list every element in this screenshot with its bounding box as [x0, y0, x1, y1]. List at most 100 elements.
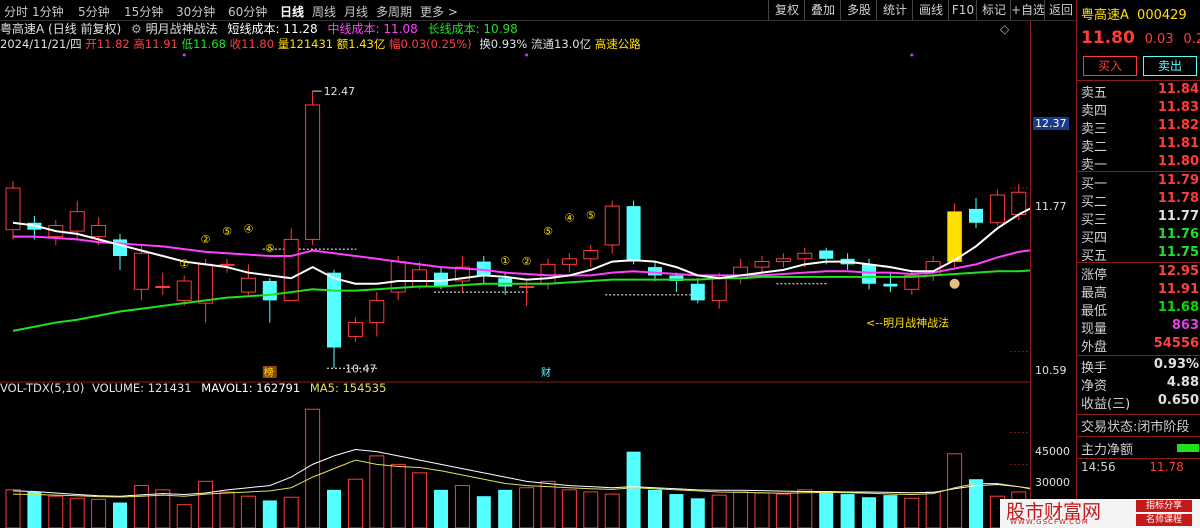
- ask-level-row[interactable]: 卖四 11.83: [1081, 100, 1199, 119]
- volume-bar-up: [219, 491, 235, 528]
- signal-number: ⑤: [586, 209, 596, 222]
- mark-button[interactable]: 标记: [976, 0, 1011, 20]
- volume-bar-up: [947, 453, 963, 528]
- candle-body-down: [969, 208, 983, 223]
- ask-level-row[interactable]: 卖二 11.81: [1081, 136, 1199, 155]
- f10-button[interactable]: F10: [948, 0, 977, 20]
- bid-level-value: 11.75: [1157, 245, 1199, 260]
- tick-time: 14:56: [1081, 460, 1116, 474]
- volume-bar-up: [904, 497, 920, 528]
- candle-body-up: [540, 263, 556, 285]
- signal-number: ②: [201, 233, 211, 246]
- signal-dot: [182, 53, 186, 57]
- ask-level-name: 卖四: [1081, 104, 1108, 119]
- bid-level-name: 买二: [1081, 195, 1108, 210]
- candle-body-up: [561, 258, 577, 265]
- kline-chart[interactable]: ①②⑤ ④⑤① ②⑤④ ⑤ 12.4710.47<--明月战神战法榜财: [0, 20, 1030, 528]
- candle-body-up: [176, 280, 192, 301]
- axis-label-price: 11.77: [1035, 200, 1067, 214]
- ask-level-row[interactable]: 卖三 11.82: [1081, 118, 1199, 137]
- volume-bar-up: [754, 492, 770, 528]
- sell-button[interactable]: 卖出: [1143, 56, 1197, 76]
- volume-bar-down: [883, 495, 898, 528]
- signal-number: ⑤: [222, 225, 232, 238]
- period-tab-multi[interactable]: 多周期: [376, 3, 412, 20]
- adjust-button[interactable]: 复权: [768, 0, 805, 20]
- signal-number: ⑤: [265, 242, 275, 255]
- back-button[interactable]: 返回: [1044, 0, 1077, 20]
- ask-level-value: 11.81: [1157, 136, 1199, 151]
- signal-number: ①: [500, 255, 510, 268]
- volume-bar-up: [733, 491, 749, 528]
- stat-name: 涨停: [1081, 268, 1108, 283]
- tick-price: 11.78: [1149, 460, 1184, 474]
- candle-body-up: [583, 249, 599, 260]
- price-axis: 12.37 11.77 10.59 45000 30000: [1030, 20, 1077, 528]
- bid-level-name: 买四: [1081, 231, 1108, 246]
- volume-bar-down: [434, 489, 448, 528]
- period-tab-daily[interactable]: 日线: [280, 3, 304, 20]
- volume-bar-up: [519, 487, 535, 528]
- volume-bar-up: [369, 455, 385, 528]
- main-flow-label: 主力净额: [1081, 443, 1134, 458]
- candle-body-up: [754, 261, 770, 268]
- stat2-name: 净资: [1081, 379, 1108, 394]
- stat-value: 863: [1171, 318, 1199, 333]
- candle-body-down: [883, 283, 898, 287]
- stat2-row[interactable]: 换手 0.93%: [1081, 357, 1199, 376]
- signal-dot: [525, 53, 529, 57]
- candle-body-down: [862, 264, 876, 284]
- candle-body-down: [690, 283, 705, 301]
- stat-row[interactable]: 外盘 54556: [1081, 336, 1199, 355]
- bid-level-row[interactable]: 买三 11.77: [1081, 209, 1199, 228]
- trade-status-label: 交易状态:: [1081, 420, 1138, 435]
- ma5-value: MA5: 154535: [309, 381, 387, 395]
- stat2-row[interactable]: 收益(三) 0.650: [1081, 393, 1199, 412]
- ask-level-name: 卖二: [1081, 140, 1108, 155]
- ask-level-row[interactable]: 卖五 11.84: [1081, 82, 1199, 101]
- ask-level-value: 11.84: [1157, 82, 1199, 97]
- volume-bar-down: [819, 491, 834, 528]
- stat2-row[interactable]: 净资 4.88: [1081, 375, 1199, 394]
- bid-level-value: 11.77: [1157, 209, 1199, 224]
- period-tab-fenshi[interactable]: 分时: [4, 3, 28, 20]
- add-watchlist-button[interactable]: +自选: [1010, 0, 1045, 20]
- volume-bar-down: [626, 451, 641, 528]
- volume-bar-up: [540, 480, 556, 528]
- stat-value: 12.95: [1157, 264, 1199, 279]
- period-tab-5min[interactable]: 5分钟: [78, 3, 110, 20]
- candle-body-up: [711, 277, 727, 301]
- volume-bar-up: [797, 489, 813, 528]
- bid-level-row[interactable]: 买四 11.76: [1081, 227, 1199, 246]
- period-tab-monthly[interactable]: 月线: [344, 3, 368, 20]
- ask-level-row[interactable]: 卖一 11.80: [1081, 154, 1199, 173]
- signal-number: ②: [522, 255, 532, 268]
- bid-level-row[interactable]: 买二 11.78: [1081, 191, 1199, 210]
- overlay-button[interactable]: 叠加: [804, 0, 841, 20]
- candle-body-up: [219, 263, 235, 266]
- period-tab-30min[interactable]: 30分钟: [176, 3, 215, 20]
- period-tab-weekly[interactable]: 周线: [312, 3, 336, 20]
- candle-body-down: [819, 250, 834, 259]
- candle-body-down: [498, 278, 513, 287]
- period-tab-more[interactable]: 更多 >: [420, 3, 458, 20]
- candle-body-up: [775, 258, 791, 263]
- volume-bar-up: [48, 495, 64, 528]
- period-tab-60min[interactable]: 60分钟: [228, 3, 267, 20]
- period-tab-1min[interactable]: 1分钟: [32, 3, 64, 20]
- stat-name: 外盘: [1081, 340, 1108, 355]
- buy-button[interactable]: 买入: [1083, 56, 1137, 76]
- candle-body-down: [476, 261, 491, 276]
- stat-row[interactable]: 最高 11.91: [1081, 282, 1199, 301]
- period-tab-15min[interactable]: 15分钟: [124, 3, 163, 20]
- stat-row[interactable]: 最低 11.68: [1081, 300, 1199, 319]
- bid-level-row[interactable]: 买五 11.75: [1081, 245, 1199, 264]
- signal-number: ④: [243, 222, 253, 235]
- stat-row[interactable]: 现量 863: [1081, 318, 1199, 337]
- multi-stock-button[interactable]: 多股: [840, 0, 877, 20]
- tag-bang: 榜: [264, 366, 274, 379]
- statistics-button[interactable]: 统计: [876, 0, 913, 20]
- bid-level-row[interactable]: 买一 11.79: [1081, 173, 1199, 192]
- draw-line-button[interactable]: 画线: [912, 0, 949, 20]
- stat-row[interactable]: 涨停 12.95: [1081, 264, 1199, 283]
